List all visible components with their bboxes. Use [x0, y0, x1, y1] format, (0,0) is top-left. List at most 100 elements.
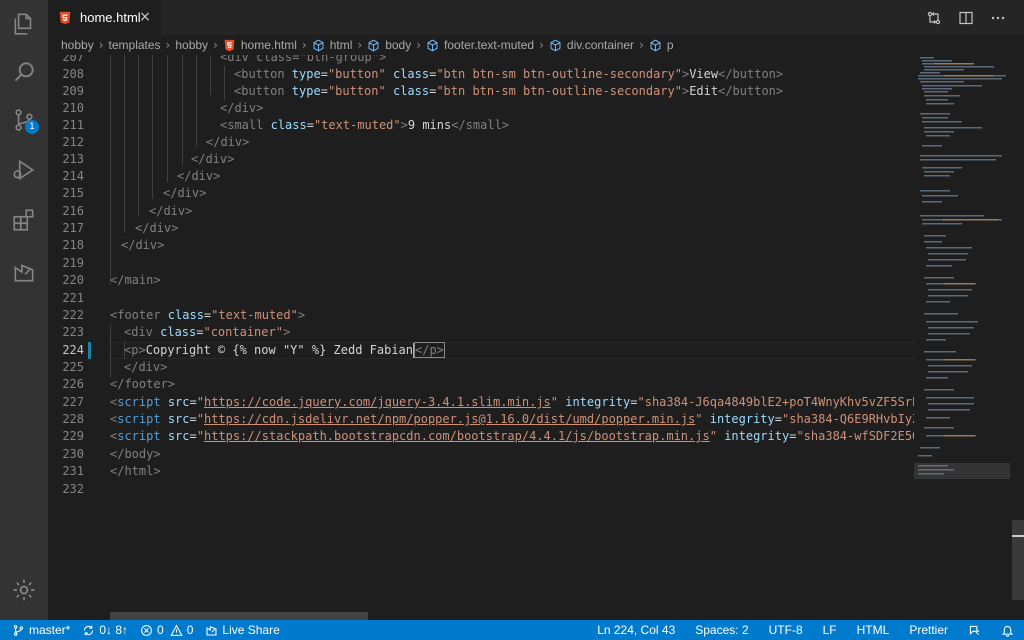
button-text: Edit	[689, 84, 719, 98]
line-number: 217	[62, 221, 84, 235]
indent-guide	[124, 55, 125, 233]
files-icon	[14, 13, 32, 35]
breadcrumb-item-folder[interactable]: hobby	[175, 38, 208, 52]
tag-close: </small>	[451, 118, 510, 132]
feedback-button[interactable]	[968, 624, 981, 637]
code-line-213: </div>	[191, 151, 234, 168]
split-editor-button[interactable]	[950, 6, 982, 30]
code-fragment: </div>	[206, 135, 250, 149]
code-line-230: </body>	[110, 446, 161, 463]
code-line-226: </footer>	[110, 376, 175, 393]
cube-icon	[550, 39, 561, 51]
line-number: 215	[62, 186, 84, 200]
breadcrumb-item-folder[interactable]: templates	[109, 38, 161, 52]
indent-guide	[210, 55, 211, 95]
tab-home-html[interactable]: home.html ×	[48, 0, 161, 35]
line-number: 229	[62, 429, 84, 443]
code-line-216: </div>	[149, 203, 192, 220]
code-line-217: </div>	[135, 220, 178, 237]
branch-status[interactable]: master*	[12, 623, 70, 637]
script-url[interactable]: https://cdn.jsdelivr.net/npm/popper.js@1…	[204, 412, 695, 426]
code-line-229: <script src="https://stackpath.bootstrap…	[110, 428, 914, 445]
editor-actions	[918, 0, 1014, 35]
close-icon[interactable]: ×	[137, 9, 153, 25]
live-share-icon	[14, 264, 34, 282]
warning-icon	[170, 624, 183, 636]
breadcrumb-item-symbol[interactable]: html	[312, 38, 353, 52]
breadcrumb-item-folder[interactable]: hobby	[61, 38, 94, 52]
breadcrumb-item-file[interactable]: home.html	[223, 38, 297, 52]
minimap[interactable]	[914, 55, 1010, 620]
script-url[interactable]: https://code.jquery.com/jquery-3.4.1.sli…	[204, 395, 551, 409]
horizontal-scrollbar[interactable]	[110, 612, 368, 620]
problems-status[interactable]: 0 0	[140, 623, 193, 637]
attr-name: class	[160, 325, 197, 339]
scrollbar-cursor-marker	[1012, 535, 1024, 537]
code-line-211: <small class="text-muted">9 mins</small>	[220, 118, 510, 132]
manage-button[interactable]	[0, 566, 48, 614]
breadcrumb-label: body	[385, 38, 412, 52]
more-actions-button[interactable]	[982, 6, 1014, 30]
cursor-position[interactable]: Ln 224, Col 43	[597, 623, 675, 637]
code-fragment: </body>	[110, 447, 161, 461]
code-line-227: <script src="https://code.jquery.com/jqu…	[110, 394, 914, 411]
code-line-215: </div>	[163, 185, 206, 202]
language-mode[interactable]: HTML	[857, 623, 890, 637]
vertical-scrollbar[interactable]	[1012, 55, 1024, 620]
attr-name: class	[270, 118, 307, 132]
code-line-231: </html>	[110, 463, 161, 480]
live-share-icon	[206, 625, 217, 635]
warning-count: 0	[186, 623, 194, 637]
code-area[interactable]: <div class="btn-group"> <button type="bu…	[110, 55, 914, 620]
formatter-status[interactable]: Prettier	[909, 623, 948, 637]
attr-name: class	[392, 67, 430, 81]
open-changes-button[interactable]	[918, 6, 950, 30]
attr-value: "text-muted"	[313, 118, 401, 132]
notifications-button[interactable]	[1001, 624, 1014, 637]
code-fragment: </div>	[149, 204, 193, 218]
code-fragment: </div>	[177, 169, 221, 183]
breadcrumb-item-symbol[interactable]: div.container	[549, 38, 634, 52]
source-control-button[interactable]: 1	[0, 96, 48, 144]
indent-guide	[138, 55, 139, 216]
attr-value: "button"	[327, 84, 386, 98]
breadcrumb-item-symbol[interactable]: footer.text-muted	[426, 38, 534, 52]
breadcrumb-label: html	[329, 38, 353, 52]
sync-status[interactable]: 0↓ 8↑	[82, 623, 128, 637]
scrollbar-thumb[interactable]	[1012, 520, 1024, 600]
breadcrumb-item-symbol[interactable]: body	[367, 38, 411, 52]
attr-name: type	[291, 84, 321, 98]
integrity-value: "sha384-Q6E9RHvbIyZFJof	[782, 412, 914, 426]
explorer-button[interactable]	[0, 0, 48, 48]
encoding[interactable]: UTF-8	[769, 623, 803, 637]
line-number: 230	[62, 447, 84, 461]
button-text: View	[689, 67, 719, 81]
breadcrumb-label: div.container	[566, 38, 635, 52]
indent-guide	[110, 55, 111, 284]
end-of-line[interactable]: LF	[823, 623, 837, 637]
line-number: 221	[62, 291, 84, 305]
code-fragment: </div>	[124, 360, 168, 374]
breadcrumb-label: home.html	[240, 38, 297, 52]
indentation[interactable]: Spaces: 2	[695, 623, 748, 637]
extensions-button[interactable]	[0, 196, 48, 244]
breadcrumb-item-symbol[interactable]: p	[649, 38, 674, 52]
search-button[interactable]	[0, 48, 48, 96]
source-control-badge: 1	[25, 120, 39, 134]
breadcrumb-separator: ›	[357, 38, 363, 52]
live-share-status[interactable]: Live Share	[205, 623, 280, 637]
tab-bar: home.html ×	[48, 0, 1024, 35]
gear-icon	[13, 579, 35, 601]
line-number: 209	[62, 84, 84, 98]
breadcrumb-separator: ›	[416, 38, 422, 52]
code-editor[interactable]: 207 208 209 210 211 212 213 214 215 216 …	[48, 55, 914, 620]
branch-name: master*	[29, 623, 71, 637]
tag-open: <button	[234, 67, 292, 81]
script-url[interactable]: https://stackpath.bootstrapcdn.com/boots…	[204, 429, 710, 443]
code-line-209: <button type="button" class="btn btn-sm …	[234, 84, 784, 98]
live-share-panel-button[interactable]	[0, 248, 48, 296]
breadcrumb-separator: ›	[165, 38, 171, 52]
cube-icon	[650, 39, 661, 51]
compare-changes-icon	[927, 11, 941, 24]
run-debug-button[interactable]	[0, 146, 48, 194]
